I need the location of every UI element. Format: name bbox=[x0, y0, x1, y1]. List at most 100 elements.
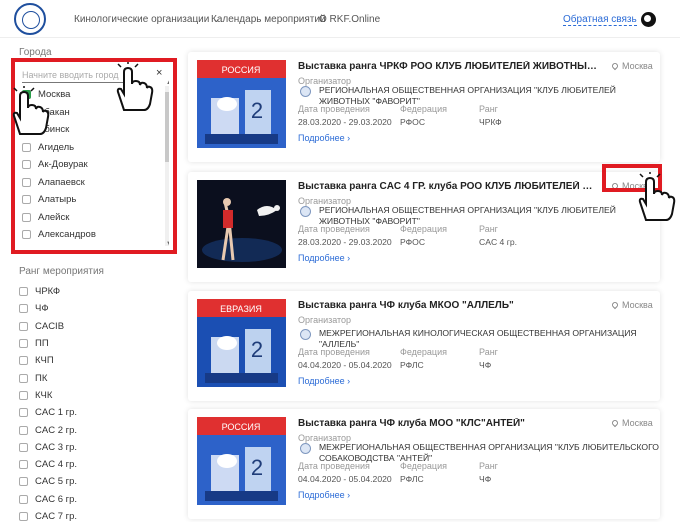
city-option[interactable]: Агидель bbox=[22, 139, 162, 157]
organizer-name[interactable]: РЕГИОНАЛЬНАЯ ОБЩЕСТВЕННАЯ ОРГАНИЗАЦИЯ "К… bbox=[319, 205, 664, 226]
organizer-name[interactable]: МЕЖРЕГИОНАЛЬНАЯ ОБЩЕСТВЕННАЯ ОРГАНИЗАЦИЯ… bbox=[319, 442, 664, 463]
date-label: Дата проведения bbox=[298, 347, 370, 357]
rank-option[interactable]: CAC 1 гр. bbox=[19, 404, 77, 421]
city-filter-label: Города bbox=[19, 47, 52, 58]
rank-option-label: ЧРКФ bbox=[35, 286, 61, 298]
checkbox[interactable] bbox=[19, 512, 28, 521]
event-image[interactable] bbox=[197, 180, 286, 268]
close-icon[interactable]: × bbox=[156, 67, 162, 79]
checkbox[interactable] bbox=[19, 339, 28, 349]
event-date: 28.03.2020 - 29.03.2020 bbox=[298, 237, 392, 247]
rank-label: Ранг bbox=[479, 224, 498, 234]
rank-option[interactable]: CAC 3 гр. bbox=[19, 439, 77, 456]
rank-option-label: CAC 3 гр. bbox=[35, 441, 78, 453]
location-pin-icon bbox=[610, 300, 620, 310]
event-title[interactable]: Выставка ранга ЧФ клуба МОО "КЛС"АНТЕЙ" bbox=[298, 418, 598, 429]
city-option-label: Ак-Довурак bbox=[38, 159, 88, 171]
more-details-link[interactable]: Подробнее › bbox=[298, 490, 350, 500]
rank-filter-label: Ранг мероприятия bbox=[19, 266, 104, 277]
city-option[interactable]: Алапаевск bbox=[22, 174, 162, 192]
scrollbar-thumb[interactable] bbox=[165, 92, 169, 162]
rank-option-label: ЧФ bbox=[35, 303, 49, 315]
checkbox[interactable] bbox=[19, 373, 28, 383]
theme-toggle-icon[interactable] bbox=[641, 12, 656, 27]
nav-about[interactable]: О RKF.Online bbox=[319, 14, 380, 25]
event-federation: РФЛС bbox=[400, 360, 424, 370]
checkbox[interactable] bbox=[22, 230, 31, 240]
checkbox[interactable] bbox=[19, 408, 28, 418]
city-option[interactable]: Алейск bbox=[22, 209, 162, 227]
checkbox[interactable] bbox=[19, 287, 28, 297]
event-card[interactable]: ЕВРАЗИЯ 2 Выставка ранга ЧФ клуба МКОО "АЛ… bbox=[188, 291, 660, 401]
nav-label: Кинологические организации bbox=[74, 14, 210, 25]
rank-option[interactable]: CAC 5 гр. bbox=[19, 473, 77, 490]
rank-option[interactable]: CAC 2 гр. bbox=[19, 421, 77, 438]
checkbox[interactable] bbox=[19, 356, 28, 366]
checkbox[interactable] bbox=[19, 460, 28, 470]
federation-label: Федерация bbox=[400, 224, 447, 234]
rkf-logo-icon[interactable] bbox=[14, 3, 46, 35]
event-rank: ЧФ bbox=[479, 474, 492, 484]
rank-option[interactable]: CACIB bbox=[19, 318, 77, 335]
feedback-link[interactable]: Обратная связь bbox=[563, 14, 637, 26]
organizer-name[interactable]: МЕЖРЕГИОНАЛЬНАЯ КИНОЛОГИЧЕСКАЯ ОБЩЕСТВЕН… bbox=[319, 328, 664, 349]
checkbox[interactable] bbox=[19, 321, 28, 331]
city-list-scrollbar[interactable] bbox=[165, 86, 169, 246]
event-card[interactable]: РОССИЯ 2 Выставка ранга ЧФ клуба МОО "КЛС"… bbox=[188, 409, 660, 519]
checkbox[interactable] bbox=[22, 142, 31, 152]
event-image[interactable]: ЕВРАЗИЯ 2 bbox=[197, 299, 286, 387]
scroll-up-icon[interactable]: ▲ bbox=[166, 80, 169, 86]
federation-label: Федерация bbox=[400, 104, 447, 114]
event-city-label: Москва bbox=[622, 300, 653, 310]
event-title[interactable]: Выставка ранга CAC 4 ГР. клуба РОО КЛУБ … bbox=[298, 181, 598, 192]
event-image[interactable]: РОССИЯ 2 bbox=[197, 60, 286, 148]
svg-text:2: 2 bbox=[251, 98, 263, 123]
event-image[interactable]: РОССИЯ 2 bbox=[197, 417, 286, 505]
checkbox[interactable] bbox=[22, 195, 31, 205]
rank-option[interactable]: CAC 7 гр. bbox=[19, 508, 77, 522]
rank-option[interactable]: КЧП bbox=[19, 352, 77, 369]
more-details-link[interactable]: Подробнее › bbox=[298, 376, 350, 386]
organizer-name[interactable]: РЕГИОНАЛЬНАЯ ОБЩЕСТВЕННАЯ ОРГАНИЗАЦИЯ "К… bbox=[319, 85, 664, 106]
event-title[interactable]: Выставка ранга ЧРКФ РОО КЛУБ ЛЮБИТЕЛЕЙ Ж… bbox=[298, 61, 598, 72]
event-federation: РФОС bbox=[400, 237, 426, 247]
hand-pointer-icon bbox=[638, 172, 676, 221]
rank-label: Ранг bbox=[479, 461, 498, 471]
city-option[interactable]: Ак-Довурак bbox=[22, 156, 162, 174]
rank-option[interactable]: ЧФ bbox=[19, 300, 77, 317]
checkbox[interactable] bbox=[19, 425, 28, 435]
rank-option-label: CAC 1 гр. bbox=[35, 407, 78, 419]
checkbox[interactable] bbox=[22, 177, 31, 187]
event-title[interactable]: Выставка ранга ЧФ клуба МКОО "АЛЛЕЛЬ" bbox=[298, 300, 598, 311]
rank-option[interactable]: ЧРКФ bbox=[19, 283, 77, 300]
rank-option[interactable]: КЧК bbox=[19, 387, 77, 404]
event-card[interactable]: Выставка ранга CAC 4 ГР. клуба РОО КЛУБ … bbox=[188, 172, 660, 282]
rank-option[interactable]: CAC 4 гр. bbox=[19, 456, 77, 473]
nav-events-calendar[interactable]: Календарь мероприятий bbox=[211, 14, 326, 25]
city-option[interactable]: Алатырь bbox=[22, 191, 162, 209]
location-pin-icon bbox=[610, 418, 620, 428]
checkbox[interactable] bbox=[19, 304, 28, 314]
checkbox[interactable] bbox=[19, 494, 28, 504]
checkbox[interactable] bbox=[19, 390, 28, 400]
more-details-link[interactable]: Подробнее › bbox=[298, 253, 350, 263]
city-option-label: Алейск bbox=[38, 211, 70, 223]
event-card[interactable]: РОССИЯ 2 Выставка ранга ЧРКФ РОО КЛУБ ЛЮБИ… bbox=[188, 52, 660, 162]
checkbox[interactable] bbox=[22, 160, 31, 170]
hand-pointer-icon bbox=[12, 86, 50, 135]
nav-kennel-organizations[interactable]: Кинологические организации ⌄ bbox=[74, 14, 221, 25]
svg-text:2: 2 bbox=[251, 337, 263, 362]
scroll-down-icon[interactable]: ▼ bbox=[166, 241, 169, 247]
more-details-link[interactable]: Подробнее › bbox=[298, 133, 350, 143]
rank-option[interactable]: ПК bbox=[19, 369, 77, 386]
rank-option-label: CAC 7 гр. bbox=[35, 511, 78, 522]
city-option-label: Алатырь bbox=[38, 194, 77, 206]
rank-option[interactable]: CAC 6 гр. bbox=[19, 491, 77, 508]
city-option[interactable]: Александров bbox=[22, 226, 162, 244]
rank-option-label: CACIB bbox=[35, 320, 65, 332]
checkbox[interactable] bbox=[22, 212, 31, 222]
date-label: Дата проведения bbox=[298, 104, 370, 114]
checkbox[interactable] bbox=[19, 477, 28, 487]
checkbox[interactable] bbox=[19, 442, 28, 452]
rank-option[interactable]: ПП bbox=[19, 335, 77, 352]
